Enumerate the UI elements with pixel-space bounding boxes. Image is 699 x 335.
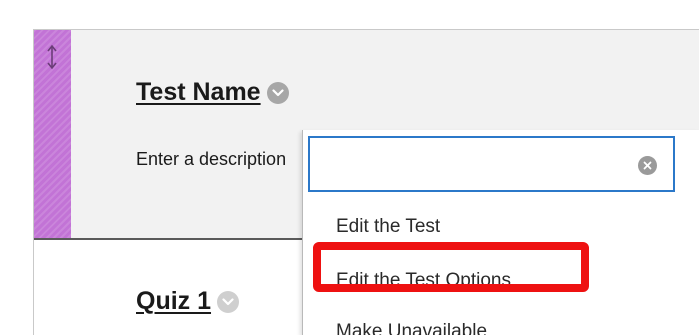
menu-item-edit-test[interactable]: Edit the Test — [336, 216, 440, 238]
chevron-down-icon[interactable] — [266, 81, 289, 104]
test-description: Enter a description — [136, 149, 287, 169]
clear-icon[interactable] — [638, 156, 657, 175]
test-title-link[interactable]: Test Name — [136, 78, 261, 107]
quiz-title-row: Quiz 1 — [136, 287, 240, 316]
highlight-annotation — [313, 242, 589, 292]
quiz-title-link[interactable]: Quiz 1 — [136, 287, 211, 316]
screenshot-canvas: Test Name Enter a description Quiz 1 Edi… — [0, 0, 699, 335]
menu-search-input[interactable] — [308, 136, 675, 192]
test-title-row: Test Name — [136, 78, 289, 107]
vertical-double-arrow-icon — [47, 44, 57, 70]
menu-item-make-unavailable[interactable]: Make Unavailable — [336, 321, 487, 335]
context-menu: Edit the Test Edit the Test Options Make… — [302, 130, 699, 335]
chevron-down-icon[interactable] — [217, 290, 240, 313]
drag-handle[interactable] — [34, 30, 71, 238]
